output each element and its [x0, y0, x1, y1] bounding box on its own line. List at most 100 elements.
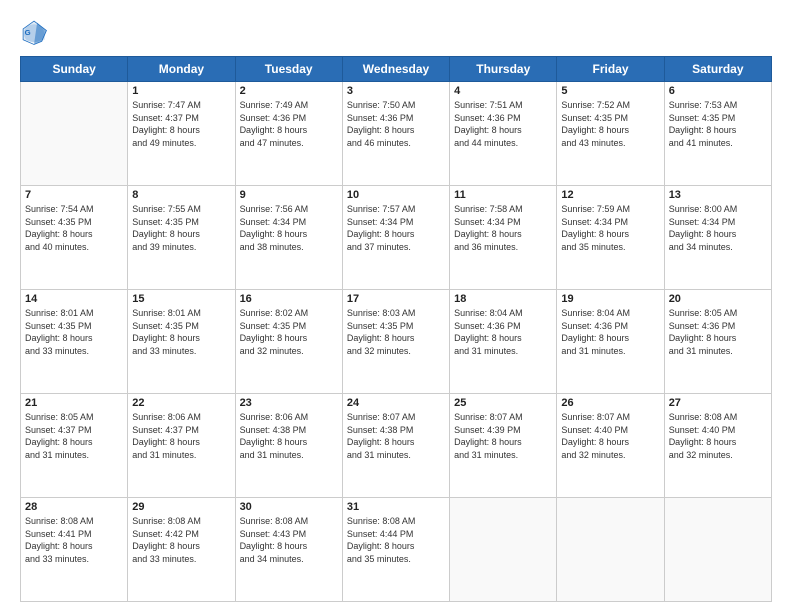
day-info: Sunrise: 8:02 AM Sunset: 4:35 PM Dayligh… [240, 307, 338, 357]
day-info: Sunrise: 8:03 AM Sunset: 4:35 PM Dayligh… [347, 307, 445, 357]
calendar-cell: 24 Sunrise: 8:07 AM Sunset: 4:38 PM Dayli… [342, 394, 449, 498]
calendar-cell: 2Sunrise: 7:49 AM Sunset: 4:36 PM Daylig… [235, 82, 342, 186]
calendar-cell: 16 Sunrise: 8:02 AM Sunset: 4:35 PM Dayli… [235, 290, 342, 394]
day-number: 4 [454, 85, 552, 97]
day-number: 26 [561, 397, 659, 409]
day-info: Sunrise: 8:08 AM Sunset: 4:41 PM Dayligh… [25, 515, 123, 565]
day-info: Sunrise: 8:05 AM Sunset: 4:37 PM Dayligh… [25, 411, 123, 461]
day-info: Sunrise: 8:00 AM Sunset: 4:34 PM Dayligh… [669, 203, 767, 253]
calendar-cell: 7 Sunrise: 7:54 AM Sunset: 4:35 PM Daylig… [21, 186, 128, 290]
day-info: Sunrise: 7:54 AM Sunset: 4:35 PM Dayligh… [25, 203, 123, 253]
calendar-cell: 5 Sunrise: 7:52 AM Sunset: 4:35 PM Daylig… [557, 82, 664, 186]
day-number: 23 [240, 397, 338, 409]
day-info: Sunrise: 8:08 AM Sunset: 4:42 PM Dayligh… [132, 515, 230, 565]
day-info: Sunrise: 7:58 AM Sunset: 4:34 PM Dayligh… [454, 203, 552, 253]
day-info: Sunrise: 8:04 AM Sunset: 4:36 PM Dayligh… [561, 307, 659, 357]
logo-icon: G [20, 18, 48, 46]
calendar-cell: 9 Sunrise: 7:56 AM Sunset: 4:34 PM Daylig… [235, 186, 342, 290]
weekday-header-friday: Friday [557, 57, 664, 82]
day-info: Sunrise: 7:52 AM Sunset: 4:35 PM Dayligh… [561, 99, 659, 149]
day-info: Sunrise: 7:50 AM Sunset: 4:36 PM Dayligh… [347, 99, 445, 149]
day-number: 11 [454, 189, 552, 201]
calendar-cell: 18 Sunrise: 8:04 AM Sunset: 4:36 PM Dayli… [450, 290, 557, 394]
calendar-week-row: 14 Sunrise: 8:01 AM Sunset: 4:35 PM Dayli… [21, 290, 772, 394]
calendar-cell: 12Sunrise: 7:59 AM Sunset: 4:34 PM Dayli… [557, 186, 664, 290]
day-number: 19 [561, 293, 659, 305]
day-number: 25 [454, 397, 552, 409]
day-info: Sunrise: 8:04 AM Sunset: 4:36 PM Dayligh… [454, 307, 552, 357]
day-info: Sunrise: 8:08 AM Sunset: 4:44 PM Dayligh… [347, 515, 445, 565]
calendar-cell: 8 Sunrise: 7:55 AM Sunset: 4:35 PM Daylig… [128, 186, 235, 290]
calendar-week-row: 21 Sunrise: 8:05 AM Sunset: 4:37 PM Dayli… [21, 394, 772, 498]
calendar-cell: 30Sunrise: 8:08 AM Sunset: 4:43 PM Dayli… [235, 498, 342, 602]
day-number: 9 [240, 189, 338, 201]
calendar-cell: 14 Sunrise: 8:01 AM Sunset: 4:35 PM Dayli… [21, 290, 128, 394]
day-info: Sunrise: 7:55 AM Sunset: 4:35 PM Dayligh… [132, 203, 230, 253]
day-info: Sunrise: 7:56 AM Sunset: 4:34 PM Dayligh… [240, 203, 338, 253]
calendar-cell: 22 Sunrise: 8:06 AM Sunset: 4:37 PM Dayli… [128, 394, 235, 498]
day-info: Sunrise: 8:06 AM Sunset: 4:37 PM Dayligh… [132, 411, 230, 461]
calendar-cell [557, 498, 664, 602]
calendar-cell: 23 Sunrise: 8:06 AM Sunset: 4:38 PM Dayli… [235, 394, 342, 498]
day-info: Sunrise: 8:01 AM Sunset: 4:35 PM Dayligh… [25, 307, 123, 357]
calendar-cell: 11 Sunrise: 7:58 AM Sunset: 4:34 PM Dayli… [450, 186, 557, 290]
day-number: 10 [347, 189, 445, 201]
day-number: 28 [25, 501, 123, 513]
header: G [20, 18, 772, 46]
day-number: 12 [561, 189, 659, 201]
calendar-table: SundayMondayTuesdayWednesdayThursdayFrid… [20, 56, 772, 602]
day-number: 21 [25, 397, 123, 409]
calendar-cell: 10 Sunrise: 7:57 AM Sunset: 4:34 PM Dayli… [342, 186, 449, 290]
calendar-cell [21, 82, 128, 186]
calendar-cell [664, 498, 771, 602]
day-number: 22 [132, 397, 230, 409]
calendar-week-row: 28 Sunrise: 8:08 AM Sunset: 4:41 PM Dayli… [21, 498, 772, 602]
day-number: 30 [240, 501, 338, 513]
day-info: Sunrise: 8:05 AM Sunset: 4:36 PM Dayligh… [669, 307, 767, 357]
day-number: 16 [240, 293, 338, 305]
day-number: 2 [240, 85, 338, 97]
day-number: 24 [347, 397, 445, 409]
calendar-cell: 19 Sunrise: 8:04 AM Sunset: 4:36 PM Dayli… [557, 290, 664, 394]
page: G SundayMondayTuesdayWednesdayThursdayFr… [0, 0, 792, 612]
calendar-cell: 17 Sunrise: 8:03 AM Sunset: 4:35 PM Dayli… [342, 290, 449, 394]
day-info: Sunrise: 8:07 AM Sunset: 4:39 PM Dayligh… [454, 411, 552, 461]
day-info: Sunrise: 8:08 AM Sunset: 4:40 PM Dayligh… [669, 411, 767, 461]
weekday-header-wednesday: Wednesday [342, 57, 449, 82]
day-number: 17 [347, 293, 445, 305]
calendar-cell: 20Sunrise: 8:05 AM Sunset: 4:36 PM Dayli… [664, 290, 771, 394]
weekday-header-saturday: Saturday [664, 57, 771, 82]
day-number: 18 [454, 293, 552, 305]
calendar-cell: 28 Sunrise: 8:08 AM Sunset: 4:41 PM Dayli… [21, 498, 128, 602]
day-number: 3 [347, 85, 445, 97]
day-number: 6 [669, 85, 767, 97]
day-info: Sunrise: 7:57 AM Sunset: 4:34 PM Dayligh… [347, 203, 445, 253]
day-info: Sunrise: 8:01 AM Sunset: 4:35 PM Dayligh… [132, 307, 230, 357]
weekday-header-tuesday: Tuesday [235, 57, 342, 82]
day-info: Sunrise: 7:47 AM Sunset: 4:37 PM Dayligh… [132, 99, 230, 149]
calendar-cell: 4 Sunrise: 7:51 AM Sunset: 4:36 PM Daylig… [450, 82, 557, 186]
calendar-cell: 3 Sunrise: 7:50 AM Sunset: 4:36 PM Daylig… [342, 82, 449, 186]
calendar-week-row: 7 Sunrise: 7:54 AM Sunset: 4:35 PM Daylig… [21, 186, 772, 290]
calendar-cell [450, 498, 557, 602]
calendar-cell: 1Sunrise: 7:47 AM Sunset: 4:37 PM Daylig… [128, 82, 235, 186]
calendar-cell: 26Sunrise: 8:07 AM Sunset: 4:40 PM Dayli… [557, 394, 664, 498]
svg-text:G: G [25, 28, 31, 37]
calendar-cell: 13Sunrise: 8:00 AM Sunset: 4:34 PM Dayli… [664, 186, 771, 290]
calendar-cell: 29Sunrise: 8:08 AM Sunset: 4:42 PM Dayli… [128, 498, 235, 602]
calendar-week-row: 1Sunrise: 7:47 AM Sunset: 4:37 PM Daylig… [21, 82, 772, 186]
calendar-cell: 27Sunrise: 8:08 AM Sunset: 4:40 PM Dayli… [664, 394, 771, 498]
weekday-header-monday: Monday [128, 57, 235, 82]
day-info: Sunrise: 8:07 AM Sunset: 4:38 PM Dayligh… [347, 411, 445, 461]
day-info: Sunrise: 7:51 AM Sunset: 4:36 PM Dayligh… [454, 99, 552, 149]
day-number: 7 [25, 189, 123, 201]
day-info: Sunrise: 8:06 AM Sunset: 4:38 PM Dayligh… [240, 411, 338, 461]
calendar-cell: 6 Sunrise: 7:53 AM Sunset: 4:35 PM Daylig… [664, 82, 771, 186]
calendar-cell: 25 Sunrise: 8:07 AM Sunset: 4:39 PM Dayli… [450, 394, 557, 498]
day-info: Sunrise: 7:53 AM Sunset: 4:35 PM Dayligh… [669, 99, 767, 149]
calendar-cell: 21 Sunrise: 8:05 AM Sunset: 4:37 PM Dayli… [21, 394, 128, 498]
day-number: 14 [25, 293, 123, 305]
logo: G [20, 18, 52, 46]
day-number: 5 [561, 85, 659, 97]
day-number: 8 [132, 189, 230, 201]
